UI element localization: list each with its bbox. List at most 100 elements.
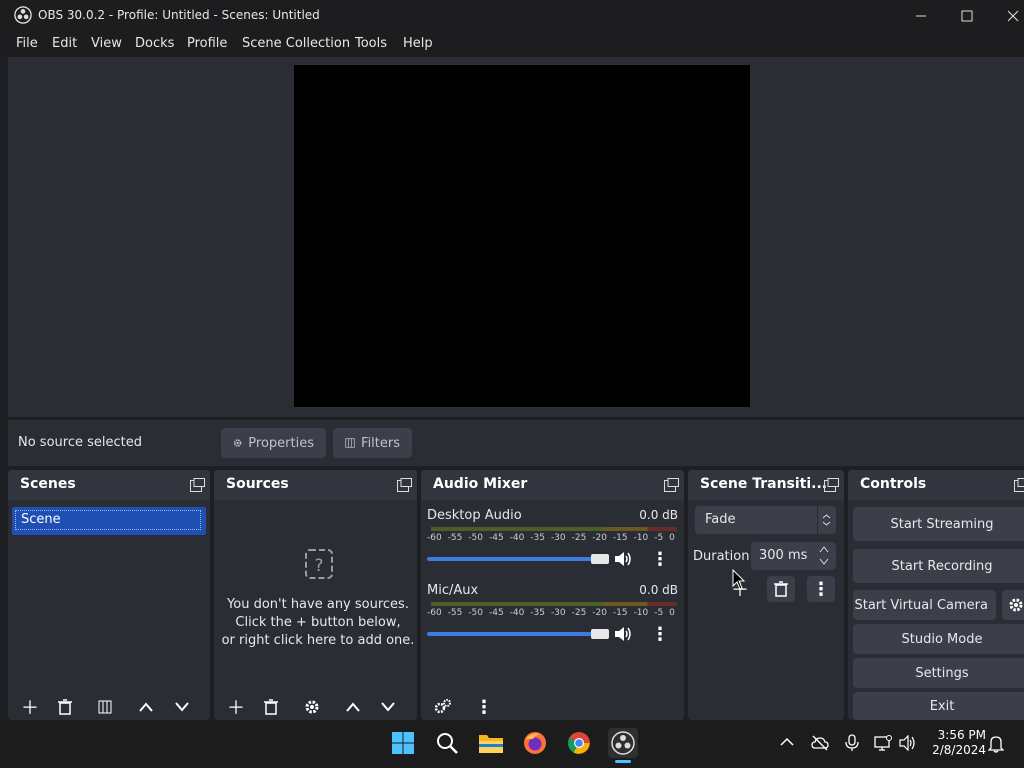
duration-label: Duration (693, 549, 750, 564)
mic-aux-volume-slider[interactable] (427, 632, 599, 636)
start-streaming-button[interactable]: Start Streaming (853, 507, 1024, 541)
menu-help[interactable]: Help (403, 36, 433, 51)
undock-icon[interactable] (397, 478, 412, 492)
menu-tools[interactable]: Tools (355, 36, 387, 51)
source-properties-button[interactable] (298, 694, 326, 720)
chrome-button[interactable] (564, 728, 594, 758)
transition-menu-button[interactable]: ⋮ (807, 576, 835, 602)
desktop-audio-volume-slider[interactable] (427, 557, 599, 561)
sources-empty-message[interactable]: You don't have any sources. Click the + … (218, 596, 418, 650)
source-move-up-button[interactable] (339, 694, 367, 720)
audio-advanced-properties-button[interactable] (429, 694, 457, 720)
start-virtual-camera-button[interactable]: Start Virtual Camera (853, 590, 996, 620)
mic-aux-menu-button[interactable]: ⋮ (646, 621, 674, 647)
kebab-icon: ⋮ (651, 548, 669, 570)
speaker-icon[interactable] (614, 626, 632, 642)
scenes-title: Scenes (20, 476, 76, 492)
properties-button[interactable]: Properties (221, 428, 326, 458)
start-recording-button[interactable]: Start Recording (853, 549, 1024, 583)
settings-button[interactable]: Settings (853, 658, 1024, 688)
scale-tick: -10 (633, 608, 649, 618)
chevron-up-icon (139, 702, 153, 712)
speaker-icon[interactable] (614, 551, 632, 567)
scale-tick: -15 (612, 608, 628, 618)
scale-tick: -15 (612, 533, 628, 543)
close-button[interactable] (990, 0, 1024, 31)
scale-tick: -40 (509, 608, 525, 618)
transition-select[interactable]: Fade (695, 506, 836, 534)
volume-icon[interactable] (899, 735, 917, 751)
scale-tick: -20 (592, 533, 607, 543)
clock[interactable]: 3:56 PM 2/8/2024 (926, 728, 986, 758)
scene-list-item[interactable]: Scene (12, 507, 206, 535)
menu-file[interactable]: File (16, 36, 38, 51)
source-move-down-button[interactable] (374, 694, 402, 720)
scale-tick: -30 (550, 533, 566, 543)
chrome-icon (568, 732, 590, 754)
question-icon: ? (305, 549, 333, 579)
scale-tick: -60 (427, 533, 442, 543)
scene-move-down-button[interactable] (168, 694, 196, 720)
scale-tick: -35 (530, 608, 545, 618)
chevron-up-icon[interactable] (780, 737, 794, 747)
notification-bell-icon[interactable] (988, 735, 1004, 753)
microphone-icon[interactable] (845, 734, 859, 752)
maximize-button[interactable] (944, 0, 990, 31)
duration-spinbox[interactable]: 300 ms (751, 542, 836, 570)
scale-tick: -45 (488, 608, 504, 618)
firefox-icon (524, 732, 546, 754)
file-explorer-button[interactable] (476, 728, 506, 758)
filters-label: Filters (361, 435, 400, 451)
chevron-up-icon (346, 702, 360, 712)
chevron-down-icon (381, 702, 395, 712)
filters-button[interactable]: Filters (333, 428, 412, 458)
exit-button[interactable]: Exit (853, 692, 1024, 720)
empty-line-2: Click the + button below, (235, 615, 401, 630)
menu-profile[interactable]: Profile (187, 36, 227, 51)
scene-filters-button[interactable] (91, 694, 119, 720)
virtual-camera-settings-button[interactable] (1002, 590, 1024, 620)
chevron-down-icon (175, 702, 189, 712)
undock-icon[interactable] (664, 478, 679, 492)
obs-icon (611, 731, 635, 755)
undock-icon[interactable] (824, 478, 839, 492)
minimize-icon (916, 15, 926, 16)
desktop-audio-volume-handle[interactable] (591, 554, 609, 564)
scene-transitions-header: Scene Transiti... (688, 470, 844, 500)
mic-aux-volume-handle[interactable] (591, 629, 609, 639)
undock-icon[interactable] (1014, 478, 1024, 492)
scale-tick: -40 (509, 533, 525, 543)
desktop-audio-menu-button[interactable]: ⋮ (646, 546, 674, 572)
onedrive-offline-icon[interactable] (811, 735, 829, 751)
remove-source-button[interactable] (257, 694, 285, 720)
add-scene-button[interactable]: ＋ (16, 694, 44, 720)
minimize-button[interactable] (898, 0, 944, 31)
studio-mode-button[interactable]: Studio Mode (853, 624, 1024, 654)
remove-transition-button[interactable] (767, 576, 795, 602)
menu-edit[interactable]: Edit (52, 36, 77, 51)
desktop-audio-scale: -60 -55 -50 -45 -40 -35 -30 -25 -20 -15 -10 -5 0 (427, 533, 675, 543)
menu-scene-collection[interactable]: Scene Collection (242, 36, 350, 51)
menu-docks[interactable]: Docks (135, 36, 174, 51)
gear-icon (233, 439, 242, 447)
firefox-button[interactable] (520, 728, 550, 758)
network-icon[interactable] (874, 735, 892, 751)
window-title: OBS 30.0.2 - Profile: Untitled - Scenes:… (38, 8, 320, 22)
obs-taskbar-button[interactable] (608, 728, 638, 758)
menu-view[interactable]: View (91, 36, 122, 51)
program-preview[interactable] (294, 65, 750, 407)
remove-scene-button[interactable] (51, 694, 79, 720)
properties-label: Properties (248, 435, 314, 451)
decrement-icon[interactable] (819, 558, 829, 566)
start-button[interactable] (388, 728, 418, 758)
trash-icon (58, 699, 72, 715)
menu-bar: File Edit View Docks Profile Scene Colle… (0, 31, 1024, 57)
search-button[interactable] (432, 728, 462, 758)
no-source-label: No source selected (18, 435, 142, 450)
scene-move-up-button[interactable] (132, 694, 160, 720)
increment-icon[interactable] (819, 545, 829, 553)
add-source-button[interactable]: ＋ (222, 694, 250, 720)
audio-mixer-menu-button[interactable]: ⋮ (470, 694, 498, 720)
undock-icon[interactable] (190, 478, 205, 492)
scale-tick: -60 (427, 608, 442, 618)
